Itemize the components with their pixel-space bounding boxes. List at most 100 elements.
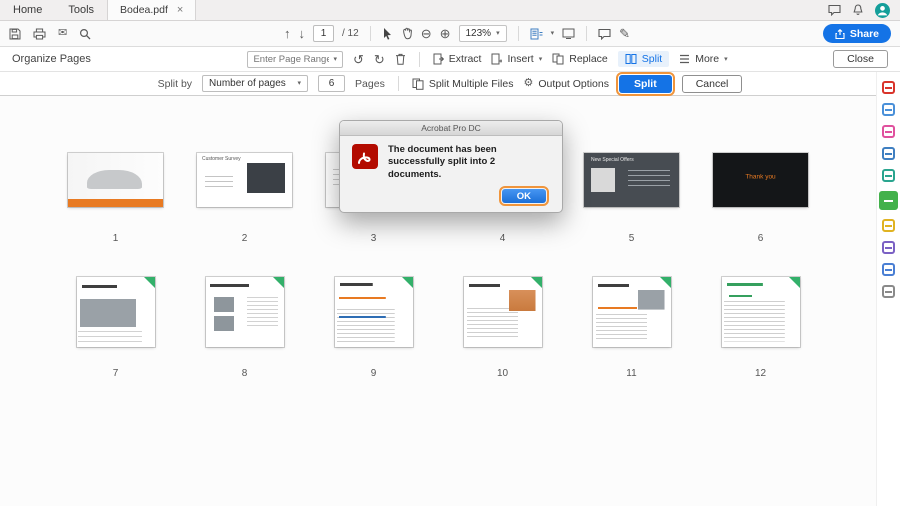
page-thumbnail[interactable]: Customer Survey bbox=[197, 153, 292, 207]
delete-pages-icon[interactable] bbox=[395, 53, 406, 65]
select-tool-icon[interactable] bbox=[382, 27, 393, 40]
document-tab-label: Bodea.pdf bbox=[120, 4, 168, 16]
split-multiple-files-label: Split Multiple Files bbox=[428, 77, 514, 90]
print-icon[interactable] bbox=[33, 28, 46, 40]
zoom-in-icon[interactable]: ⊕ bbox=[440, 27, 451, 40]
fill-sign-icon[interactable] bbox=[882, 241, 895, 254]
tab-tools[interactable]: Tools bbox=[55, 0, 107, 20]
split-by-label: Split by bbox=[157, 77, 193, 90]
page-thumbnail[interactable]: Thank you bbox=[713, 153, 808, 207]
rotate-right-icon[interactable]: ↻ bbox=[374, 53, 385, 66]
export-pdf-icon[interactable] bbox=[882, 81, 895, 94]
page-number: 8 bbox=[241, 368, 248, 379]
search-icon[interactable] bbox=[79, 28, 91, 40]
pages-row-2: 7 8 9 10 11 12 bbox=[0, 277, 876, 379]
page-number: 9 bbox=[370, 368, 377, 379]
page-thumbnail[interactable] bbox=[592, 277, 671, 347]
rotate-left-icon[interactable]: ↺ bbox=[353, 53, 364, 66]
page-thumbnail[interactable] bbox=[205, 277, 284, 347]
user-avatar[interactable] bbox=[875, 2, 890, 18]
zoom-level-value: 123% bbox=[465, 28, 492, 39]
cancel-button[interactable]: Cancel bbox=[681, 74, 743, 93]
page-number-input[interactable]: 1 bbox=[313, 25, 334, 42]
organize-pages-icon[interactable] bbox=[879, 191, 898, 210]
chevron-down-icon: ▾ bbox=[538, 55, 543, 63]
split-mode-select[interactable]: Number of pages ▾ bbox=[202, 75, 309, 92]
page-range-input-box[interactable]: ▾ bbox=[247, 50, 343, 68]
split-confirm-button[interactable]: Split bbox=[615, 71, 675, 96]
page-display-icon[interactable] bbox=[530, 28, 543, 40]
combine-files-icon[interactable] bbox=[882, 147, 895, 160]
split-multiple-files-button[interactable]: Split Multiple Files bbox=[412, 77, 514, 90]
create-pdf-icon[interactable] bbox=[882, 103, 895, 116]
more-button[interactable]: More ▾ bbox=[679, 53, 728, 65]
chevron-down-icon: ▾ bbox=[496, 30, 500, 37]
divider bbox=[418, 51, 420, 67]
more-tools-icon[interactable] bbox=[882, 285, 895, 298]
replace-button[interactable]: Replace bbox=[552, 53, 608, 65]
page-thumbnail-wrap: 7 bbox=[76, 277, 155, 379]
ok-button[interactable]: OK bbox=[498, 186, 550, 207]
split-options-bar: Split by Number of pages ▾ Pages Split M… bbox=[0, 71, 900, 96]
dialog-message: The document has been successfully split… bbox=[388, 144, 497, 180]
tabbar-right bbox=[818, 0, 900, 20]
notifications-comment-icon[interactable] bbox=[828, 4, 841, 16]
replace-label: Replace bbox=[569, 53, 608, 65]
tab-spacer bbox=[196, 0, 818, 20]
insert-button[interactable]: Insert ▾ bbox=[491, 53, 542, 65]
page-thumbnail[interactable] bbox=[463, 277, 542, 347]
organize-controls: ▾ ↺ ↻ Extract Insert ▾ Replace bbox=[142, 50, 833, 68]
page-thumbnail-wrap: 11 bbox=[592, 277, 671, 379]
page-thumbnail[interactable] bbox=[334, 277, 413, 347]
close-tool-button[interactable]: Close bbox=[833, 50, 888, 68]
share-button-label: Share bbox=[849, 27, 879, 40]
split-success-dialog: Acrobat Pro DC The document has been suc… bbox=[339, 120, 563, 214]
share-button[interactable]: Share bbox=[822, 24, 891, 43]
protect-icon[interactable] bbox=[882, 263, 895, 276]
page-count-input[interactable] bbox=[318, 75, 346, 92]
extract-label: Extract bbox=[448, 53, 482, 65]
tools-panel bbox=[876, 72, 900, 506]
bell-icon[interactable] bbox=[852, 3, 864, 17]
split-tool-button[interactable]: Split bbox=[617, 51, 670, 67]
edit-pdf-icon[interactable] bbox=[882, 125, 895, 138]
email-icon[interactable]: ✉ bbox=[58, 28, 67, 39]
page-range-input[interactable] bbox=[253, 53, 330, 65]
tab-home[interactable]: Home bbox=[0, 0, 55, 20]
split-mode-value: Number of pages bbox=[209, 78, 286, 89]
acrobat-window: Home Tools Bodea.pdf × ✉ ↑ ↓ 1 / 12 ⊖ ⊕ … bbox=[0, 0, 900, 506]
page-thumbnail[interactable]: New Special Offers bbox=[584, 153, 679, 207]
page-thumbnail-wrap: New Special Offers 5 bbox=[584, 153, 679, 244]
page-thumbnail-wrap: Thank you 6 bbox=[713, 153, 808, 244]
split-tool-label: Split bbox=[641, 53, 663, 65]
extract-button[interactable]: Extract bbox=[433, 53, 482, 65]
output-options-label: Output Options bbox=[538, 77, 609, 90]
comment-icon[interactable] bbox=[598, 28, 611, 40]
more-label: More bbox=[695, 53, 720, 65]
chevron-down-icon[interactable]: ▾ bbox=[333, 56, 337, 63]
divider bbox=[369, 26, 371, 41]
zoom-level-dropdown[interactable]: 123% ▾ bbox=[458, 25, 507, 42]
chevron-down-icon[interactable]: ▾ bbox=[551, 30, 555, 37]
zoom-out-icon[interactable]: ⊖ bbox=[421, 27, 432, 40]
output-options-button[interactable]: ⚙ Output Options bbox=[523, 78, 609, 90]
page-number: 12 bbox=[754, 368, 767, 379]
page-thumbnail-wrap: 10 bbox=[463, 277, 542, 379]
pencil-icon[interactable]: ✎ bbox=[619, 27, 630, 40]
organize-pages-bar: Organize Pages ▾ ↺ ↻ Extract Insert ▾ bbox=[0, 47, 900, 72]
comment-icon[interactable] bbox=[882, 219, 895, 232]
hand-tool-icon[interactable] bbox=[401, 27, 413, 40]
previous-page-icon[interactable]: ↑ bbox=[284, 27, 291, 40]
document-tab[interactable]: Bodea.pdf × bbox=[107, 0, 197, 20]
reading-mode-icon[interactable] bbox=[562, 28, 575, 39]
page-number: 3 bbox=[370, 233, 377, 244]
save-icon[interactable] bbox=[9, 28, 21, 40]
next-page-icon[interactable]: ↓ bbox=[299, 27, 306, 40]
close-tab-icon[interactable]: × bbox=[177, 4, 183, 16]
page-thumbnail[interactable] bbox=[76, 277, 155, 347]
thumbnail-title: New Special Offers bbox=[591, 157, 634, 163]
page-thumbnail[interactable] bbox=[68, 153, 163, 207]
enhance-scans-icon[interactable] bbox=[882, 169, 895, 182]
tab-bar: Home Tools Bodea.pdf × bbox=[0, 0, 900, 21]
page-thumbnail[interactable] bbox=[721, 277, 800, 347]
